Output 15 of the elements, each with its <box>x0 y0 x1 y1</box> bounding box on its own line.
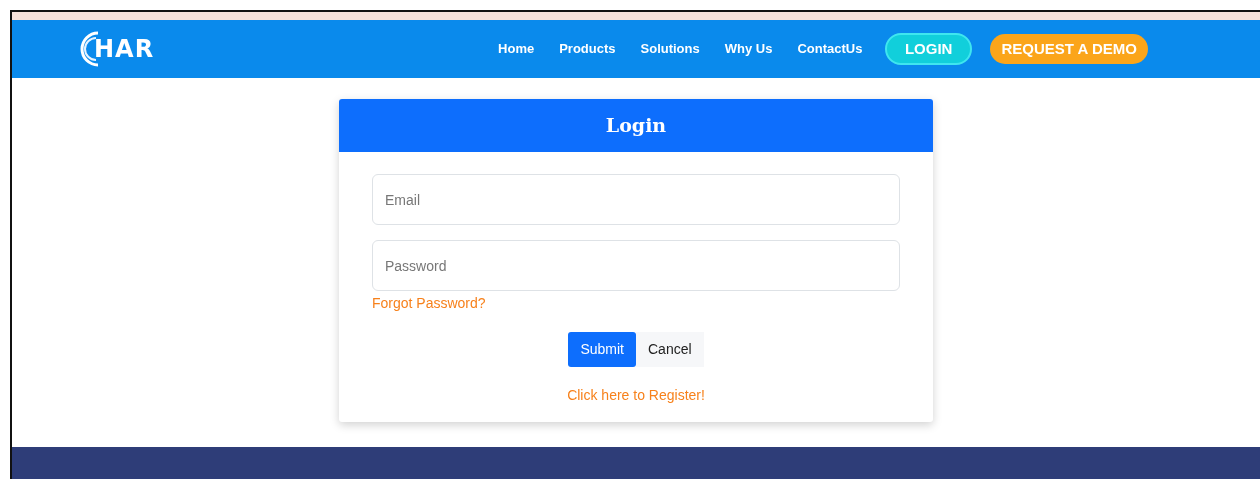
input-field[interactable]: Email <box>372 174 900 225</box>
forgot-password-link[interactable]: Forgot Password? <box>372 293 486 314</box>
cancel-button[interactable]: Cancel <box>636 332 704 367</box>
register-link[interactable]: Click here to Register! <box>567 387 705 403</box>
nav-link[interactable]: Home <box>485 39 547 59</box>
card-title: Login <box>339 99 933 152</box>
nav-link[interactable]: ContactUs <box>784 39 875 59</box>
logo-text: HAR <box>94 34 155 65</box>
submit-button[interactable]: Submit <box>568 332 636 367</box>
login-button[interactable]: LOGIN <box>884 32 973 66</box>
nav-link[interactable]: Solutions <box>628 39 713 59</box>
input-field[interactable]: Password <box>372 240 900 291</box>
nav-link[interactable]: Why Us <box>712 39 785 59</box>
nav-link[interactable]: Products <box>546 39 628 59</box>
request-demo-button[interactable]: REQUEST A DEMO <box>990 33 1148 65</box>
